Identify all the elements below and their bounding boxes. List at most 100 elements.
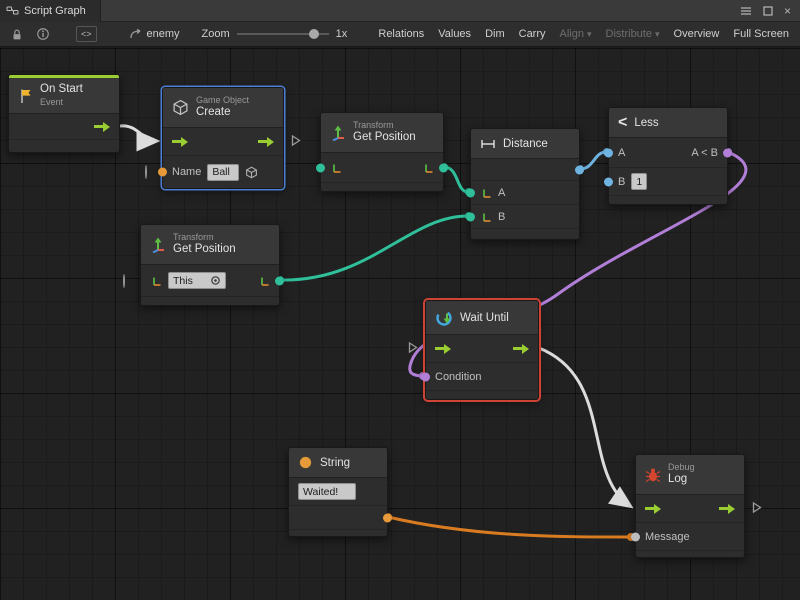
control-output-port[interactable]: [258, 137, 274, 147]
node-subtitle: Transform: [173, 232, 236, 243]
unconnected-output-stub[interactable]: [752, 501, 762, 516]
control-output-port[interactable]: [719, 504, 735, 514]
window-menu-icon[interactable]: [740, 6, 752, 16]
node-wait-until[interactable]: Wait Until Condition: [425, 300, 539, 400]
graph-toolbar: <> enemy Zoom 1x Relations Values Dim Ca…: [0, 22, 800, 47]
result-output-port[interactable]: [723, 148, 732, 157]
b-input-port[interactable]: [604, 177, 613, 186]
control-output-port[interactable]: [513, 344, 529, 354]
port-label: Message: [645, 531, 690, 543]
dim-button[interactable]: Dim: [478, 22, 512, 47]
carry-button[interactable]: Carry: [512, 22, 553, 47]
control-input-port[interactable]: [645, 504, 661, 514]
caret-down-icon: ▾: [655, 29, 660, 40]
node-title: String: [320, 457, 350, 469]
input-b-row: B: [471, 205, 579, 229]
control-output-port[interactable]: [94, 122, 110, 132]
control-input-port[interactable]: [435, 344, 451, 354]
node-string[interactable]: String Waited!: [288, 447, 388, 537]
position-output-port[interactable]: [275, 276, 284, 285]
zoom-slider[interactable]: [237, 28, 329, 40]
wire-distance-to-less-a[interactable]: [580, 152, 606, 169]
transform-input-port[interactable]: [316, 163, 325, 172]
unconnected-input-stub[interactable]: [123, 275, 125, 287]
condition-input-port[interactable]: [421, 372, 430, 381]
b-input-port[interactable]: [466, 212, 475, 221]
window-titlebar: Script Graph ×: [0, 0, 800, 22]
input-a-row: A: [471, 181, 579, 205]
distribute-button[interactable]: Distribute▾: [599, 22, 667, 47]
node-distance[interactable]: Distance A B: [470, 128, 580, 240]
wire-waituntil-to-debuglog[interactable]: [539, 348, 630, 506]
node-header: < Less: [609, 108, 727, 138]
zoom-slider-knob[interactable]: [309, 29, 319, 39]
a-input-port[interactable]: [466, 188, 475, 197]
node-footer: [636, 551, 744, 557]
node-footer: [321, 183, 443, 191]
graph-canvas[interactable]: On Start Event Game Object Create: [0, 48, 800, 600]
node-get-position-b[interactable]: Transform Get Position This: [140, 224, 280, 306]
tab-script-graph[interactable]: Script Graph: [0, 0, 101, 22]
code-icon[interactable]: <>: [76, 26, 97, 42]
overview-button[interactable]: Overview: [667, 22, 727, 47]
axis-icon: [480, 211, 492, 223]
node-debug-log[interactable]: Debug Log Message: [635, 454, 745, 558]
close-icon[interactable]: ×: [784, 5, 791, 17]
input-a-row: A A < B: [609, 138, 727, 168]
gameobject-icon: [245, 166, 258, 179]
wire-getposition-b-to-distance-b[interactable]: [280, 216, 468, 280]
unity-script-graph-window: Script Graph × <>: [0, 0, 800, 600]
fullscreen-button[interactable]: Full Screen: [726, 22, 796, 47]
node-footer: [9, 140, 119, 152]
window-controls: ×: [740, 5, 800, 17]
node-gameobject-create[interactable]: Game Object Create Name Ball: [162, 87, 284, 189]
align-button[interactable]: Align▾: [553, 22, 599, 47]
graph-context[interactable]: enemy: [129, 28, 180, 41]
lock-icon[interactable]: [4, 27, 30, 42]
node-get-position-a[interactable]: Transform Get Position: [320, 112, 444, 192]
info-icon[interactable]: [30, 27, 56, 41]
node-less[interactable]: < Less A A < B B 1: [608, 107, 728, 205]
wire-string-to-debuglog-message[interactable]: [388, 517, 629, 537]
unconnected-input-stub[interactable]: [408, 341, 418, 356]
control-input-port[interactable]: [172, 137, 188, 147]
axis-icon: [150, 275, 162, 287]
maximize-icon[interactable]: [763, 6, 773, 16]
port-label: B: [498, 211, 505, 223]
b-value-field[interactable]: 1: [631, 173, 647, 190]
input-b-row: B 1: [609, 168, 727, 196]
node-header: On Start Event: [9, 78, 119, 114]
string-value-field[interactable]: Waited!: [298, 483, 356, 500]
port-label: A: [498, 187, 505, 199]
axis-icon: [258, 275, 270, 287]
wire-onstart-to-create[interactable]: [120, 126, 156, 141]
node-header: Transform Get Position: [141, 225, 279, 265]
result-label: A < B: [691, 147, 718, 159]
node-title: Distance: [503, 138, 548, 150]
node-title: Get Position: [353, 131, 416, 145]
wire-getposition-a-to-distance-a[interactable]: [444, 167, 468, 192]
condition-row: Condition: [426, 363, 538, 391]
node-header: Transform Get Position: [321, 113, 443, 153]
unconnected-input-stub[interactable]: [145, 166, 147, 178]
axis-icon: [330, 162, 342, 174]
object-picker-icon[interactable]: [210, 275, 221, 286]
unconnected-output-stub[interactable]: [291, 134, 301, 149]
value-port-name[interactable]: [158, 168, 167, 177]
node-header: Distance: [471, 129, 579, 159]
name-field[interactable]: Ball: [207, 164, 239, 181]
graph-asset-icon: [129, 28, 142, 41]
message-input-port[interactable]: [631, 532, 640, 541]
distance-output-port[interactable]: [575, 165, 584, 174]
a-input-port[interactable]: [604, 148, 613, 157]
node-subtitle: Debug: [668, 462, 695, 473]
bug-icon: [645, 467, 661, 483]
values-button[interactable]: Values: [431, 22, 478, 47]
position-output-port[interactable]: [439, 163, 448, 172]
string-output-port[interactable]: [383, 513, 392, 522]
port-label: B: [618, 176, 625, 188]
name-row: Name Ball: [163, 156, 283, 188]
node-on-start-event[interactable]: On Start Event: [8, 74, 120, 153]
relations-button[interactable]: Relations: [371, 22, 431, 47]
this-field[interactable]: This: [168, 272, 226, 289]
